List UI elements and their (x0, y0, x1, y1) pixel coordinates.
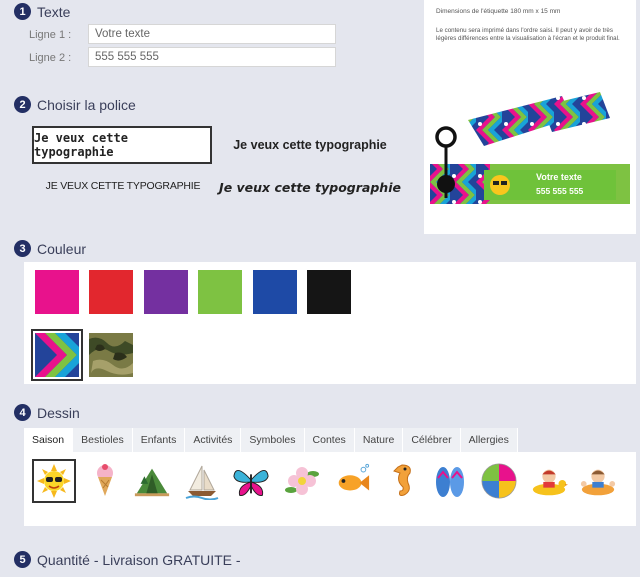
dessin-tabs: Saison Bestioles Enfants Activités Symbo… (24, 428, 518, 452)
step-couleur: 3 Couleur (14, 240, 86, 257)
line1-input[interactable]: Votre texte (88, 24, 336, 44)
color-swatch-red[interactable] (89, 270, 133, 314)
pattern-swatch-chevron[interactable] (31, 329, 83, 381)
chevron-pattern-icon (35, 333, 79, 377)
font-sample: JE VEUX CETTE TYPOGRAPHIE (45, 180, 201, 192)
step-title: Dessin (37, 404, 80, 421)
tent-icon[interactable] (133, 462, 171, 500)
color-swatch-pink[interactable] (35, 270, 79, 314)
preview-line2: 555 555 555 (536, 186, 584, 196)
tab-contes[interactable]: Contes (304, 428, 355, 452)
preview-line1: Votre texte (536, 172, 582, 182)
step-number: 5 (14, 551, 31, 568)
flower-icon[interactable] (283, 462, 321, 500)
font-option-italic[interactable]: Je veux cette typographie (218, 174, 402, 200)
sailboat-icon[interactable] (183, 462, 221, 500)
child-swimming-duck-icon[interactable] (530, 462, 568, 500)
color-swatch-black[interactable] (307, 270, 351, 314)
tab-activites[interactable]: Activités (185, 428, 242, 452)
tab-celebrer[interactable]: Célébrer (403, 428, 461, 452)
tab-bestioles[interactable]: Bestioles (73, 428, 133, 452)
beach-ball-icon[interactable] (480, 462, 518, 500)
step-dessin: 4 Dessin (14, 404, 80, 421)
line2-input[interactable]: 555 555 555 (88, 47, 336, 67)
sun-with-sunglasses-icon[interactable] (32, 459, 76, 503)
camouflage-pattern-icon (89, 333, 133, 377)
line1-label: Ligne 1 : (29, 29, 72, 41)
butterfly-icon[interactable] (232, 462, 270, 500)
step-quantite: 5 Quantité - Livraison GRATUITE - (14, 551, 241, 568)
step-number: 2 (14, 96, 31, 113)
step-title: Choisir la police (37, 96, 136, 113)
fish-icon[interactable] (333, 462, 371, 500)
pattern-swatch-camouflage[interactable] (89, 333, 133, 377)
step-number: 1 (14, 3, 31, 20)
bracelet-illustration (430, 92, 630, 204)
color-swatch-purple[interactable] (144, 270, 188, 314)
font-option-bold[interactable]: Je veux cette typographie (218, 132, 402, 158)
step-title: Quantité - Livraison GRATUITE - (37, 551, 241, 568)
font-sample: Je veux cette typographie (34, 131, 128, 159)
line2-label: Ligne 2 : (29, 52, 72, 64)
step-number: 4 (14, 404, 31, 421)
color-swatch-green[interactable] (198, 270, 242, 314)
font-sample: Je veux cette typographie (233, 138, 387, 152)
flip-flops-icon[interactable] (431, 462, 469, 500)
font-option-handwritten[interactable]: Je veux cette typographie (32, 126, 212, 164)
color-swatch-blue[interactable] (253, 270, 297, 314)
label-preview: Dimensions de l'étiquette 180 mm x 15 mm… (424, 0, 636, 234)
ice-cream-icon[interactable] (86, 462, 124, 500)
step-title: Texte (37, 3, 71, 20)
seahorse-icon[interactable] (384, 462, 422, 500)
font-option-caps[interactable]: JE VEUX CETTE TYPOGRAPHIE (40, 174, 206, 198)
tab-nature[interactable]: Nature (354, 428, 404, 452)
step-texte: 1 Texte (14, 3, 70, 20)
step-number: 3 (14, 240, 31, 257)
tab-allergies[interactable]: Allergies (460, 428, 518, 452)
tab-enfants[interactable]: Enfants (132, 428, 186, 452)
font-sample: Je veux cette typographie (219, 179, 401, 195)
step-police: 2 Choisir la police (14, 96, 136, 113)
tab-saison[interactable]: Saison (24, 428, 74, 452)
step-title: Couleur (37, 240, 87, 257)
child-swimming-float-icon[interactable] (579, 462, 617, 500)
tab-symboles[interactable]: Symboles (241, 428, 305, 452)
